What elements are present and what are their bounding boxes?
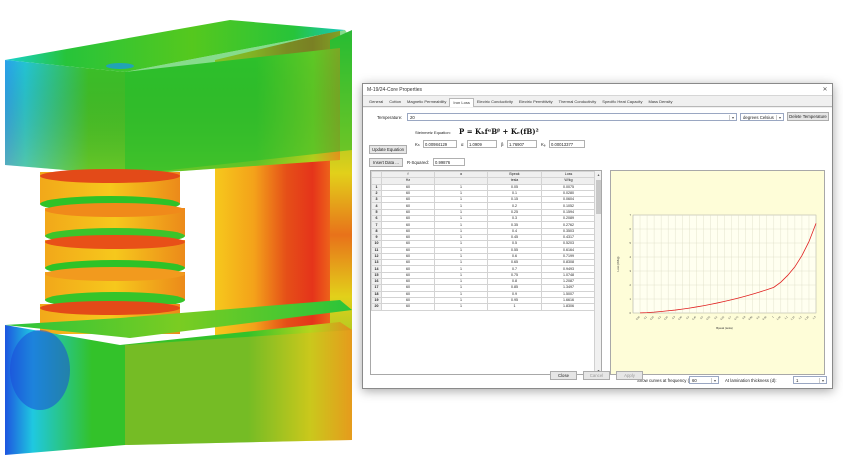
y-axis-label: Loss (W/kg) <box>616 256 620 271</box>
dialog-titlebar: M-19/24-Core Properties ✕ <box>363 84 832 96</box>
x-tick-label: 1.3 <box>812 315 817 320</box>
x-tick-label: 0.8 <box>742 315 747 320</box>
chevron-down-icon: ▾ <box>776 114 783 120</box>
table-scrollbar[interactable]: ▴ ▾ <box>594 171 601 374</box>
tab-iron-loss[interactable]: Iron Loss <box>449 98 474 107</box>
x-tick-label: 0.95 <box>762 315 768 321</box>
table-cell[interactable]: 1 <box>434 303 488 311</box>
loss-data-table: f α Bpeak Loss Hz tesla W/kg 1 60 1 0.05… <box>370 170 602 375</box>
x-tick-label: 0.45 <box>692 315 698 321</box>
equation-label: Steinmetz Equation: <box>415 130 451 135</box>
x-tick-label: 0.55 <box>706 315 712 321</box>
x-tick-label: 0.75 <box>734 315 740 321</box>
tab-thermal-conductivity[interactable]: Thermal Conductivity <box>556 98 600 107</box>
x-tick-label: 0.15 <box>649 315 655 321</box>
param-alpha-label: α <box>461 142 464 147</box>
steinmetz-formula: P = KₕfᵅBᵝ + Kₑ(fB)² <box>459 127 539 136</box>
x-tick-label: 0.65 <box>720 315 726 321</box>
tab-electric-conductivity[interactable]: Electric Conductivity <box>474 98 516 107</box>
tab-general[interactable]: General <box>366 98 386 107</box>
insert-data-button[interactable]: Insert Data ... <box>369 158 403 167</box>
r-squared-field: 0.99876 <box>433 158 465 166</box>
x-tick-label: 1 <box>771 315 775 319</box>
x-tick-label: 0.9 <box>756 315 761 320</box>
row-number[interactable]: 20 <box>371 303 382 311</box>
y-tick-label: 0 <box>630 311 632 315</box>
param-kh-field[interactable]: 0.00984129 <box>423 140 457 148</box>
tab-specific-heat-capacity[interactable]: Specific Heat Capacity <box>599 98 645 107</box>
x-tick-label: 0.3 <box>671 315 676 320</box>
x-tick-label: 0.25 <box>663 315 669 321</box>
y-tick-label: 3 <box>630 269 632 273</box>
property-tabs: General Cotton Magnetic Permeability Iro… <box>363 98 832 107</box>
chevron-down-icon: ▾ <box>729 114 736 120</box>
x-tick-label: 1.05 <box>776 315 782 321</box>
update-equation-button[interactable]: Update Equation <box>369 145 407 154</box>
loss-curve-chart: 0.05 0.1 0.15 0.2 0.25 0.3 0.35 0.4 0.45 0.5 0.55 0… <box>610 170 825 375</box>
core-simulation-render <box>5 20 352 455</box>
delete-temperature-button[interactable]: Delete Temperature <box>787 112 829 121</box>
x-tick-label: 0.85 <box>748 315 754 321</box>
table-body: 1 60 1 0.05 0.0075 2 60 1 0.1 0.0280 3 60 1 0.15 0.060… <box>371 183 596 311</box>
temperature-label: Temperature: <box>377 115 403 120</box>
r-squared-label: R-Squared: <box>407 160 429 165</box>
x-tick-label: 0.5 <box>700 315 705 320</box>
tab-mass-density[interactable]: Mass Density <box>645 98 675 107</box>
x-tick-label: 1.1 <box>784 315 789 320</box>
x-tick-label: 0.6 <box>714 315 719 320</box>
table-row[interactable]: 20 60 1 1 1.8306 <box>371 303 596 311</box>
x-tick-label: 0.4 <box>686 315 691 320</box>
x-tick-label: 0.35 <box>678 315 684 321</box>
temperature-select[interactable]: 20 ▾ <box>407 113 737 121</box>
tab-magnetic-permeability[interactable]: Magnetic Permeability <box>404 98 449 107</box>
param-ke-field[interactable]: 0.00013377 <box>549 140 585 148</box>
close-icon[interactable]: ✕ <box>818 86 832 93</box>
x-axis-label: Bpeak (tesla) <box>716 326 733 330</box>
y-tick-label: 1 <box>630 297 632 301</box>
table-cell[interactable]: 1.8306 <box>541 303 596 311</box>
x-tick-label: 0.2 <box>657 315 662 320</box>
iron-loss-panel: Temperature: 20 ▾ degrees Celsius ▾ Dele… <box>363 108 832 388</box>
scroll-up-icon[interactable]: ▴ <box>595 171 601 178</box>
table-cell[interactable]: 60 <box>381 303 435 311</box>
param-beta-label: β <box>501 142 504 147</box>
temperature-unit: degrees Celsius <box>743 114 774 120</box>
param-alpha-field[interactable]: 1.0909 <box>467 140 497 148</box>
dialog-title: M-19/24-Core Properties <box>367 86 423 93</box>
close-button[interactable]: Close <box>550 371 577 380</box>
y-tick-label: 6 <box>630 227 632 231</box>
loss-curve-svg: 0.05 0.1 0.15 0.2 0.25 0.3 0.35 0.4 0.45 0.5 0.55 0… <box>616 213 817 330</box>
y-tick-label: 7 <box>630 213 632 217</box>
param-ke-label: Kₑ <box>541 142 546 147</box>
x-tick-label: 1.15 <box>790 315 796 321</box>
temperature-value: 20 <box>410 114 415 120</box>
param-kh-label: Kₕ <box>415 142 420 147</box>
x-tick-label: 0.1 <box>643 315 648 320</box>
y-tick-label: 2 <box>630 283 632 287</box>
param-beta-field[interactable]: 1.76907 <box>507 140 537 148</box>
apply-button[interactable]: Apply <box>616 371 643 380</box>
y-tick-label: 4 <box>630 255 632 259</box>
x-tick-label: 1.2 <box>798 315 803 320</box>
loss-data-grid: f α Bpeak Loss Hz tesla W/kg 1 60 1 0.05… <box>371 171 596 311</box>
x-tick-label: 1.25 <box>804 315 810 321</box>
y-tick-label: 5 <box>630 241 632 245</box>
scrollbar-thumb[interactable] <box>596 180 601 214</box>
screenshot-stage: M-19/24-Core Properties ✕ General Cotton… <box>0 0 843 474</box>
tab-cotton[interactable]: Cotton <box>386 98 404 107</box>
dialog-footer: Close Cancel Apply <box>363 371 832 383</box>
x-tick-label: 0.7 <box>728 315 733 320</box>
tab-electric-permittivity[interactable]: Electric Permittivity <box>516 98 556 107</box>
x-tick-label: 0.05 <box>635 315 641 321</box>
temperature-unit-select[interactable]: degrees Celsius ▾ <box>740 113 784 121</box>
table-cell[interactable]: 1 <box>487 303 542 311</box>
core-properties-dialog: M-19/24-Core Properties ✕ General Cotton… <box>362 83 833 389</box>
cancel-button[interactable]: Cancel <box>583 371 610 380</box>
